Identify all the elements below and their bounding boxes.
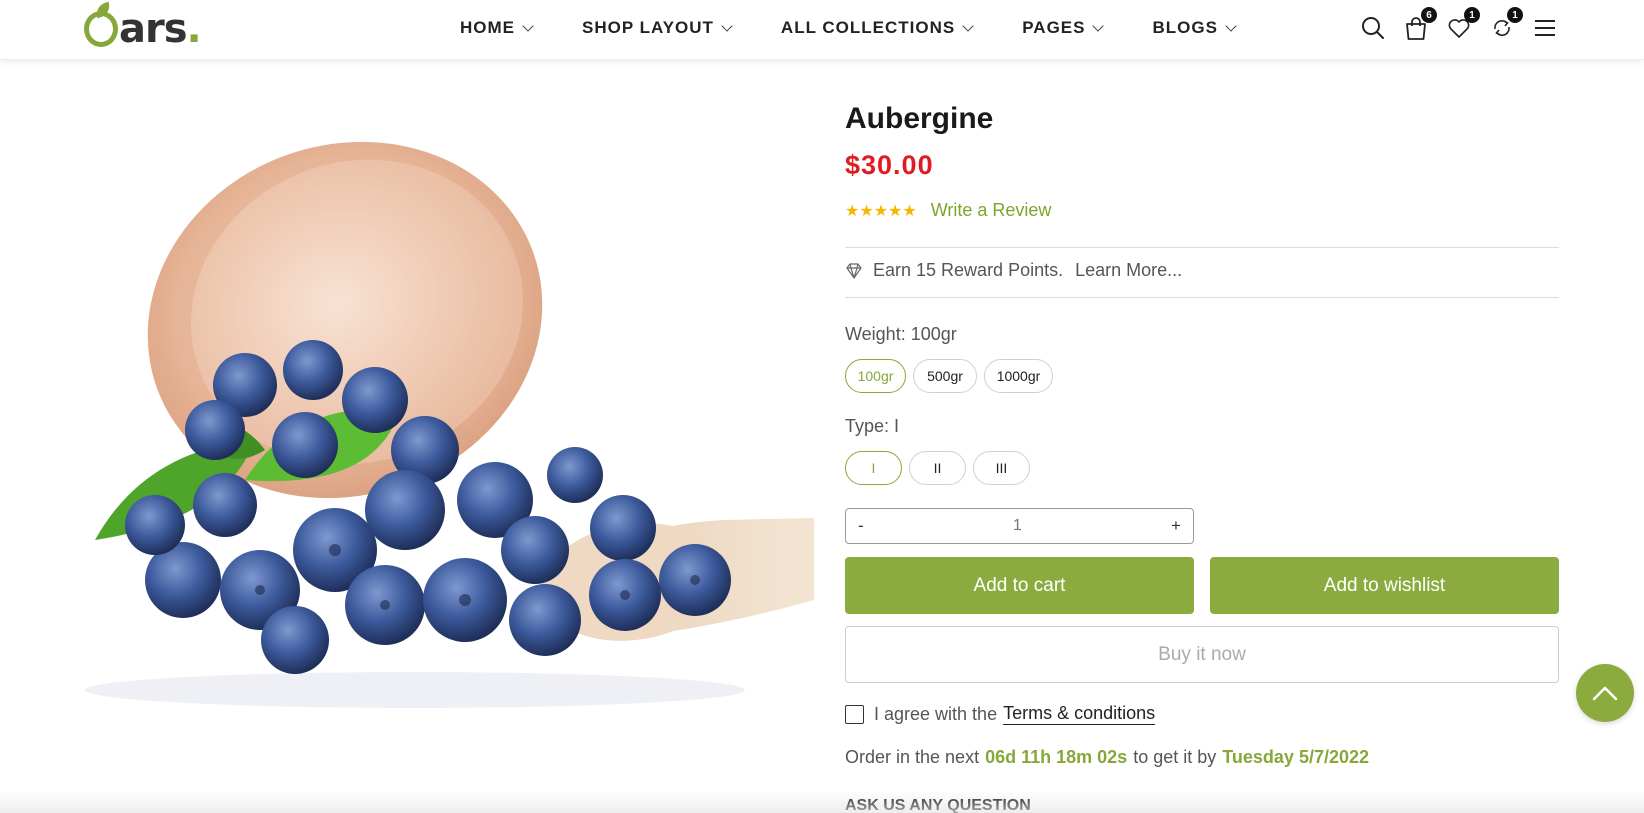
order-date: Tuesday 5/7/2022 [1222, 747, 1370, 767]
delivery-countdown: Order in the next 06d 11h 18m 02s to get… [845, 747, 1375, 768]
order-prefix: Order in the next [845, 747, 980, 767]
ask-question-heading[interactable]: ASK US ANY QUESTION [845, 797, 1031, 813]
chevron-down-icon [522, 19, 534, 32]
hamburger-icon[interactable] [1532, 15, 1558, 41]
chevron-up-icon [1592, 686, 1618, 701]
type-options: I II III [845, 451, 1037, 485]
blueberries-photo [85, 80, 814, 712]
terms-agreement: I agree with the Terms & conditions [845, 703, 1156, 725]
terms-checkbox[interactable] [845, 704, 864, 724]
cart-button[interactable]: 6 [1403, 7, 1437, 41]
logo-leaf-o [84, 11, 118, 47]
buy-now-button[interactable]: Buy it now [845, 626, 1559, 683]
order-countdown: 06d 11h 18m 02s [985, 747, 1128, 767]
type-label: Type: I [845, 416, 900, 436]
add-to-cart-button[interactable]: Add to cart [845, 557, 1194, 614]
quantity-minus-button[interactable]: - [858, 516, 864, 536]
terms-link[interactable]: Terms & conditions [1003, 703, 1156, 725]
product-rating: ★★★★★ Write a Review [845, 200, 1051, 221]
type-option-ii[interactable]: II [909, 451, 966, 485]
nav-all-collections-label: ALL COLLECTIONS [780, 18, 956, 37]
divider [845, 247, 1559, 248]
nav-pages[interactable]: PAGES [1022, 18, 1105, 38]
agree-text: I agree with the [874, 703, 998, 724]
nav-blogs[interactable]: BLOGS [1152, 18, 1237, 38]
logo-dot: . [186, 6, 202, 52]
wishlist-button[interactable]: 1 [1446, 7, 1480, 41]
reward-points: Earn 15 Reward Points. Learn More... [845, 260, 1182, 281]
learn-more-link[interactable]: Learn More... [1075, 260, 1182, 281]
wishlist-count-badge: 1 [1464, 7, 1480, 23]
diamond-icon [846, 262, 862, 279]
nav-home-label: HOME [460, 18, 515, 37]
search-icon[interactable] [1360, 15, 1386, 41]
chevron-down-icon [721, 19, 733, 32]
type-option-iii[interactable]: III [973, 451, 1030, 485]
scroll-to-top-button[interactable] [1576, 664, 1634, 722]
chevron-down-icon [1092, 19, 1105, 32]
quantity-stepper: - 1 + [845, 508, 1194, 544]
order-middle: to get it by [1133, 747, 1217, 767]
write-review-link[interactable]: Write a Review [931, 200, 1052, 221]
nav-pages-label: PAGES [1022, 18, 1086, 37]
star-rating-icon: ★★★★★ [845, 201, 917, 220]
cart-count-badge: 6 [1421, 7, 1437, 23]
weight-option-500gr[interactable]: 500gr [913, 359, 977, 393]
weight-options: 100gr 500gr 1000gr [845, 359, 1060, 393]
quantity-input[interactable]: 1 [1013, 517, 1022, 535]
nav-home[interactable]: HOME [460, 18, 534, 38]
site-logo[interactable]: ars. [84, 6, 202, 52]
nav-shop-layout[interactable]: SHOP LAYOUT [582, 18, 733, 38]
weight-option-100gr[interactable]: 100gr [845, 359, 906, 393]
bottom-shadow [0, 790, 1644, 813]
product-title: Aubergine [845, 102, 994, 135]
reward-text: Earn 15 Reward Points. [873, 260, 1064, 280]
divider [845, 297, 1559, 298]
chevron-down-icon [1225, 19, 1237, 32]
product-price: $30.00 [845, 150, 934, 180]
nav-blogs-label: BLOGS [1152, 18, 1218, 37]
weight-option-1000gr[interactable]: 1000gr [984, 359, 1053, 393]
weight-label: Weight: 100gr [845, 324, 957, 344]
chevron-down-icon [962, 19, 974, 32]
product-image[interactable] [85, 80, 814, 712]
type-option-i[interactable]: I [845, 451, 902, 485]
add-to-wishlist-button[interactable]: Add to wishlist [1210, 557, 1559, 614]
nav-all-collections[interactable]: ALL COLLECTIONS [780, 18, 974, 38]
site-header: ars. HOME SHOP LAYOUT ALL COLLECTIONS PA… [0, 0, 1644, 60]
quantity-plus-button[interactable]: + [1171, 516, 1181, 536]
header-icons: 6 1 1 [1360, 7, 1575, 46]
compare-count-badge: 1 [1507, 7, 1523, 23]
logo-text: ars [119, 6, 188, 52]
nav-shop-layout-label: SHOP LAYOUT [582, 18, 714, 37]
main-nav: HOME SHOP LAYOUT ALL COLLECTIONS PAGES B… [460, 0, 1285, 56]
compare-button[interactable]: 1 [1489, 7, 1523, 41]
